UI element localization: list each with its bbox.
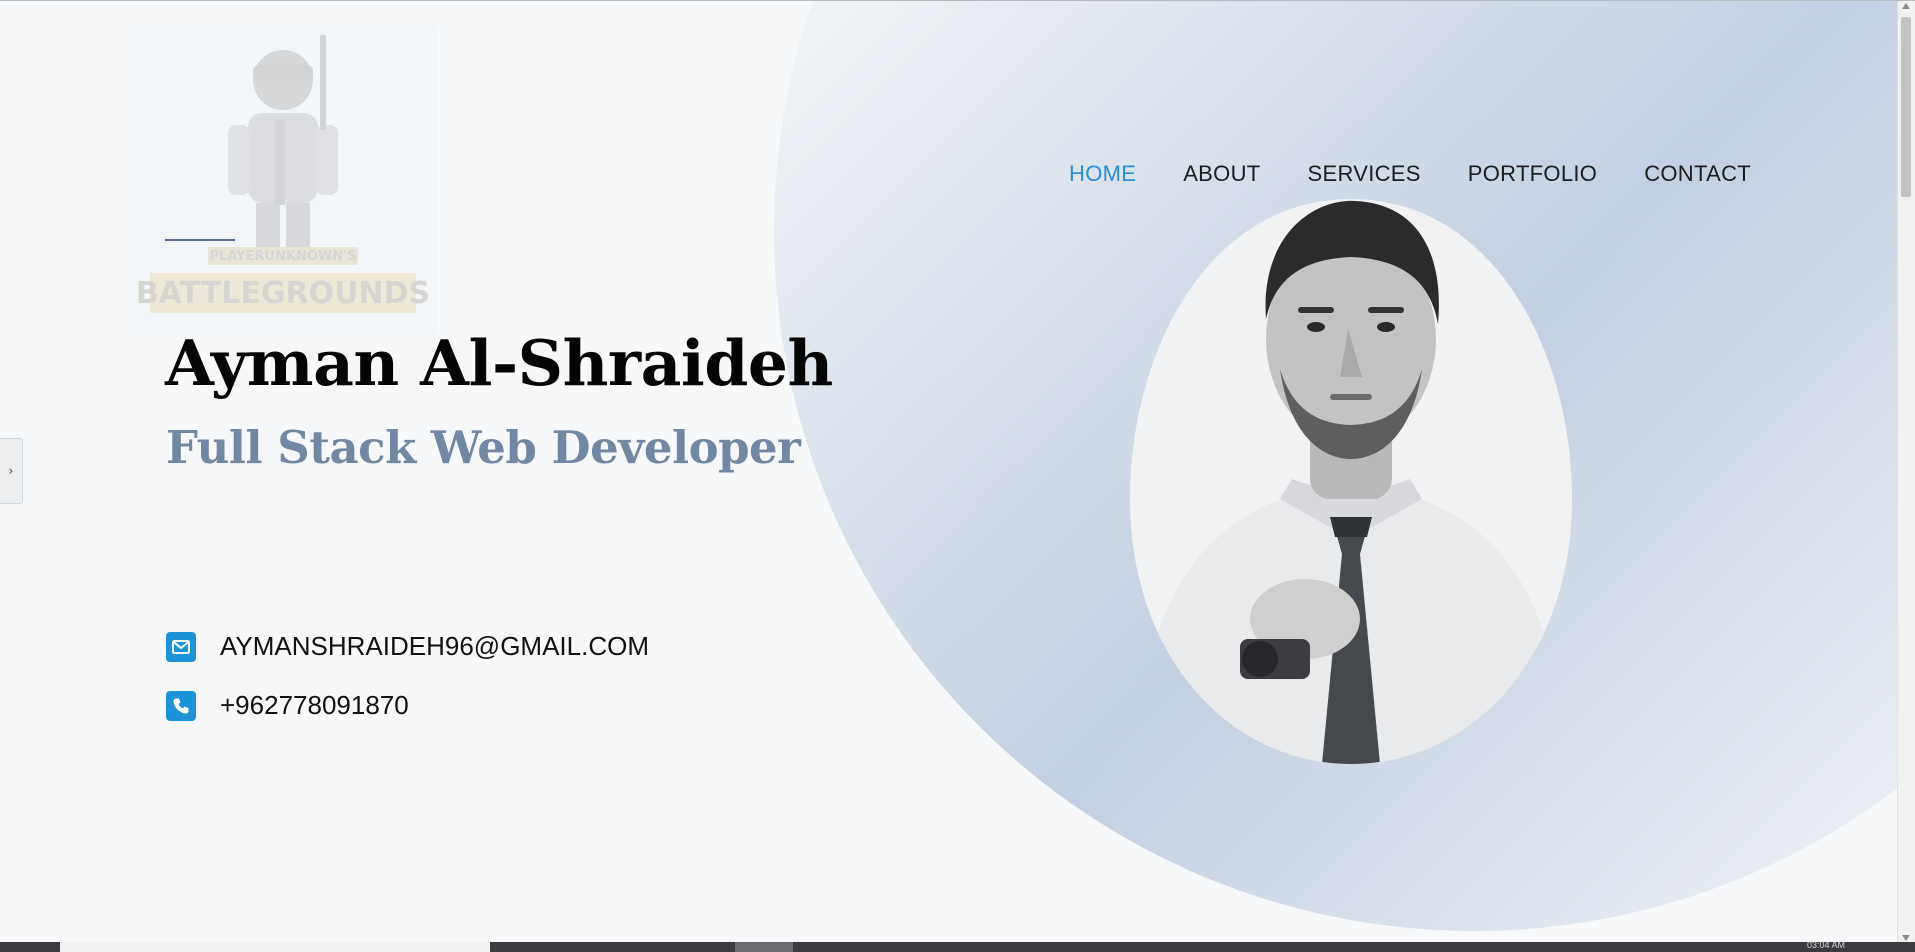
chevron-right-icon: › [8, 463, 14, 479]
accent-line [165, 239, 235, 241]
nav-portfolio[interactable]: PORTFOLIO [1468, 161, 1597, 187]
taskbar-search-segment[interactable] [60, 942, 490, 952]
main-nav: HOME ABOUT SERVICES PORTFOLIO CONTACT [1069, 161, 1751, 187]
contact-phone[interactable]: +962778091870 [220, 690, 409, 721]
scroll-down-icon[interactable] [1902, 935, 1910, 941]
logo-line1: PLAYERUNKNOWN'S [210, 249, 357, 264]
taskbar-active-app[interactable] [735, 942, 793, 952]
scroll-thumb[interactable] [1901, 17, 1911, 197]
taskbar-strip: 03:04 AM [0, 940, 1915, 952]
contact-email-row[interactable]: AYMANSHRAIDEH96@GMAIL.COM [166, 631, 649, 662]
page: PLAYERUNKNOWN'S BATTLEGROUNDS HOME ABOUT… [0, 0, 1915, 952]
envelope-icon [166, 631, 196, 662]
scroll-up-icon[interactable] [1902, 3, 1910, 9]
nav-services[interactable]: SERVICES [1308, 161, 1421, 187]
page-scrollbar[interactable] [1897, 1, 1915, 943]
contact-email[interactable]: AYMANSHRAIDEH96@GMAIL.COM [220, 631, 649, 662]
hero-role: Full Stack Web Developer [166, 421, 801, 474]
nav-about[interactable]: ABOUT [1183, 161, 1260, 187]
nav-home[interactable]: HOME [1069, 161, 1136, 187]
nav-contact[interactable]: CONTACT [1644, 161, 1751, 187]
logo-line2: BATTLEGROUNDS [136, 276, 430, 311]
pubg-logo-watermark: PLAYERUNKNOWN'S BATTLEGROUNDS [128, 25, 438, 335]
side-panel-toggle[interactable]: › [0, 438, 23, 504]
taskbar-clock: 03:04 AM [1806, 940, 1845, 950]
hero-name: Ayman Al-Shraideh [165, 326, 833, 400]
contact-phone-row[interactable]: +962778091870 [166, 690, 409, 721]
phone-icon [166, 690, 196, 721]
profile-portrait [1130, 199, 1572, 764]
